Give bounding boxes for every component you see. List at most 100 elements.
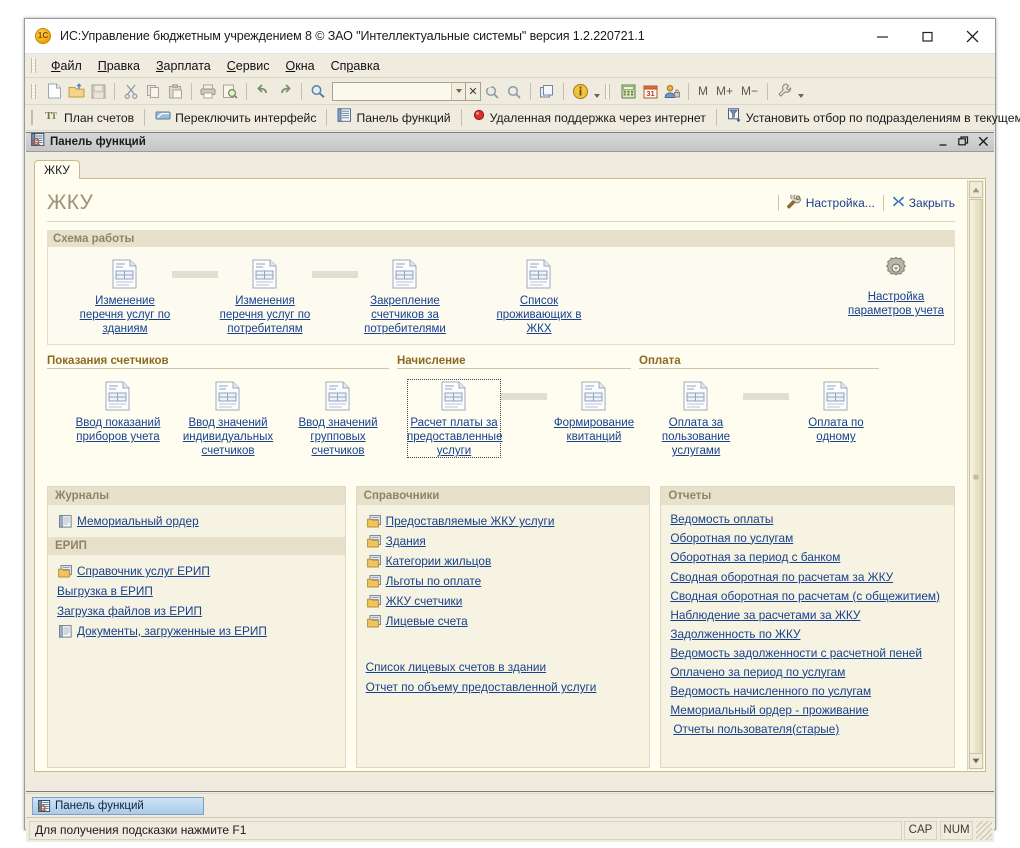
list-item[interactable]: Оборотная по услугам xyxy=(661,528,954,547)
list-item[interactable]: Лицевые счета xyxy=(357,611,650,631)
list-item[interactable]: Отчет по объему предоставленной услуги xyxy=(357,677,650,697)
mdi-close-icon[interactable] xyxy=(978,136,989,149)
flow-item-generate-receipts[interactable]: Формирование квитанций xyxy=(547,379,641,444)
resize-grip-icon[interactable] xyxy=(976,820,992,840)
user-lock-icon[interactable] xyxy=(661,81,683,102)
list-item[interactable]: Здания xyxy=(357,531,650,551)
list-item[interactable]: Ведомость оплаты xyxy=(661,509,954,528)
open-folder-icon[interactable] xyxy=(65,81,87,102)
flow-item-residents-list[interactable]: Список проживающих в ЖКХ xyxy=(492,257,586,336)
scroll-down-icon[interactable] xyxy=(969,752,983,769)
flow-item-enter-individual-meter-values[interactable]: Ввод значений индивидуальных счетчиков xyxy=(173,379,283,458)
mdi-minimize-icon[interactable] xyxy=(938,136,949,149)
memory-subtract-button[interactable]: M− xyxy=(737,84,762,98)
menu-item-payroll[interactable]: Зарплата xyxy=(148,57,219,75)
close-panel-button[interactable]: Закрыть xyxy=(892,195,955,211)
minimize-icon[interactable] xyxy=(860,19,905,54)
list-item[interactable]: Наблюдение за расчетами за ЖКУ xyxy=(661,605,954,624)
list-item[interactable]: Оплачено за период по услугам xyxy=(661,662,954,681)
list-item[interactable]: Оборотная за период с банком xyxy=(661,547,954,566)
redo-arrow-icon[interactable] xyxy=(274,81,296,102)
maximize-icon[interactable] xyxy=(905,19,950,54)
menubar-grip[interactable] xyxy=(31,58,36,73)
search-dropdown-icon[interactable] xyxy=(451,82,465,100)
calendar-icon[interactable]: 31 xyxy=(639,81,661,102)
list-item[interactable]: Выгрузка в ЕРИП xyxy=(48,581,345,601)
list-item[interactable]: Предоставляемые ЖКУ услуги xyxy=(357,511,650,531)
calculator-icon[interactable] xyxy=(617,81,639,102)
search-clear-icon[interactable]: ✕ xyxy=(465,82,480,100)
find-next-icon[interactable] xyxy=(481,81,503,102)
flow-item-enter-group-meter-values[interactable]: Ввод значений групповых счетчиков xyxy=(283,379,393,458)
vertical-scrollbar[interactable] xyxy=(967,180,984,770)
switch-interface-button[interactable]: Переключить интерфейс xyxy=(150,107,321,129)
menu-item-windows[interactable]: Окна xyxy=(278,57,323,75)
list-item[interactable]: Льготы по оплате xyxy=(357,571,650,591)
new-document-icon[interactable] xyxy=(43,81,65,102)
search-icon[interactable] xyxy=(307,81,329,102)
chart-of-accounts-button[interactable]: TT План счетов xyxy=(40,107,139,129)
list-item[interactable]: Документы, загруженные из ЕРИП xyxy=(48,621,345,641)
header-divider xyxy=(882,195,884,211)
list-item[interactable]: Отчеты пользователя(старые) xyxy=(661,719,954,738)
search-box[interactable]: ✕ xyxy=(332,81,481,101)
undo-arrow-icon[interactable] xyxy=(252,81,274,102)
settings-button[interactable]: Настройка... xyxy=(786,192,875,212)
mdi-restore-icon[interactable] xyxy=(958,135,969,149)
list-item[interactable]: Сводная оборотная по расчетам за ЖКУ xyxy=(661,566,954,586)
menu-item-help[interactable]: Справка xyxy=(323,57,388,75)
list-item[interactable]: Сводная оборотная по расчетам (с общежит… xyxy=(661,586,954,605)
list-item[interactable]: ЖКУ счетчики xyxy=(357,591,650,611)
remote-support-button[interactable]: Удаленная поддержка через интернет xyxy=(467,107,711,129)
list-item[interactable]: Ведомость начисленного по услугам xyxy=(661,681,954,700)
flow-item-payment-for-services[interactable]: Оплата за пользование услугами xyxy=(649,379,743,458)
toolbar-grip[interactable] xyxy=(605,83,610,99)
search-input[interactable] xyxy=(333,82,451,100)
find-prev-icon[interactable] xyxy=(503,81,525,102)
cut-icon[interactable] xyxy=(120,81,142,102)
list-item[interactable]: Загрузка файлов из ЕРИП xyxy=(48,601,345,621)
tab-zhku[interactable]: ЖКУ xyxy=(34,160,80,179)
filter-department-button[interactable]: Установить отбор по подразделениям в тек… xyxy=(722,107,1020,129)
close-icon[interactable] xyxy=(950,19,995,54)
functions-panel-button[interactable]: Панель функций xyxy=(332,107,455,129)
list-item[interactable]: Справочник услуг ЕРИП xyxy=(48,561,345,581)
print-icon[interactable] xyxy=(197,81,219,102)
flow-item-enter-meter-readings[interactable]: Ввод показаний приборов учета xyxy=(63,379,173,444)
wrench-icon[interactable] xyxy=(773,81,795,102)
menu-item-file[interactable]: Файл xyxy=(43,57,90,75)
list-item[interactable]: Ведомость задолженности с расчетной пене… xyxy=(661,643,954,662)
flow-item-calculate-service-charges[interactable]: Расчет платы за предоставленные услуги xyxy=(407,379,502,458)
flow-item-single-payment[interactable]: Оплата по одному xyxy=(789,379,883,444)
toolbar-grip[interactable] xyxy=(31,110,33,125)
accounting-settings-item[interactable]: Настройка параметров учета xyxy=(846,253,946,318)
copy-icon[interactable] xyxy=(142,81,164,102)
flow-item-assign-meters-to-consumers[interactable]: Закрепление счетчиков за потребителями xyxy=(358,257,452,336)
memory-add-button[interactable]: M+ xyxy=(712,84,737,98)
paste-icon[interactable] xyxy=(164,81,186,102)
list-item[interactable]: Мемориальный ордер xyxy=(48,511,345,531)
list-item[interactable]: Задолженность по ЖКУ xyxy=(661,624,954,643)
memory-recall-button[interactable]: M xyxy=(694,84,712,98)
scrollbar-track[interactable] xyxy=(969,199,983,754)
copy-window-icon[interactable] xyxy=(536,81,558,102)
toolbar-separator xyxy=(563,82,564,100)
print-preview-icon[interactable] xyxy=(219,81,241,102)
flow-item-change-services-by-consumers[interactable]: Изменения перечня услуг по потребителям xyxy=(218,257,312,336)
scroll-up-icon[interactable] xyxy=(969,181,983,198)
wrench-dropdown-icon[interactable] xyxy=(795,81,806,102)
functions-panel-label: Панель функций xyxy=(356,110,451,125)
taskbar-button-functions-panel[interactable]: Панель функций xyxy=(32,796,204,815)
info-dropdown-icon[interactable] xyxy=(591,81,602,102)
list-item[interactable]: Категории жильцов xyxy=(357,551,650,571)
scrollbar-thumb[interactable] xyxy=(969,199,983,754)
menu-item-edit[interactable]: Правка xyxy=(90,57,148,75)
list-item[interactable]: Список лицевых счетов в здании xyxy=(357,657,650,677)
toolbar-grip[interactable] xyxy=(31,83,36,99)
list-item-label: Загрузка файлов из ЕРИП xyxy=(57,604,202,618)
save-icon[interactable] xyxy=(87,81,109,102)
list-item[interactable]: Мемориальный ордер - проживание xyxy=(661,700,954,719)
flow-item-change-services-by-buildings[interactable]: Изменение перечня услуг по зданиям xyxy=(78,257,172,336)
menu-item-service[interactable]: Сервис xyxy=(219,57,278,75)
info-icon[interactable] xyxy=(569,81,591,102)
